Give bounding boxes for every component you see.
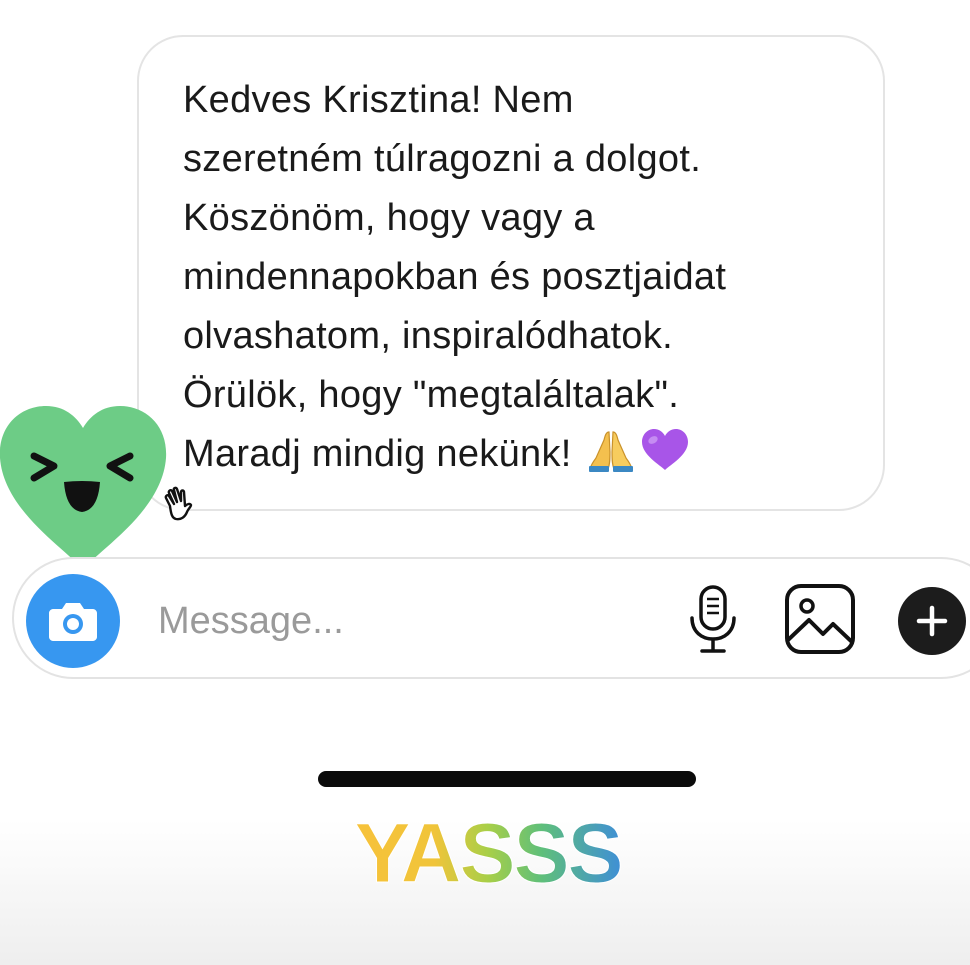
message-text: Kedves Krisztina! Nem szeretném túlragoz… xyxy=(183,71,853,490)
message-input[interactable] xyxy=(158,594,638,648)
praying-hands-emoji xyxy=(588,428,634,490)
camera-icon xyxy=(49,603,97,641)
yasss-text: YASSS xyxy=(354,806,621,898)
gallery-icon[interactable] xyxy=(783,582,857,656)
message-bubble[interactable]: Kedves Krisztina! Nem szeretném túlragoz… xyxy=(137,35,885,511)
microphone-icon[interactable] xyxy=(685,584,741,656)
smiling-heart-sticker xyxy=(0,406,167,570)
home-indicator[interactable] xyxy=(318,771,696,787)
yasss-sticker: YASSS xyxy=(354,806,624,898)
camera-button[interactable] xyxy=(26,574,120,668)
plus-icon xyxy=(916,605,948,637)
purple-heart-emoji xyxy=(640,428,690,490)
wave-hand-icon[interactable] xyxy=(160,484,202,526)
add-button[interactable] xyxy=(898,587,966,655)
